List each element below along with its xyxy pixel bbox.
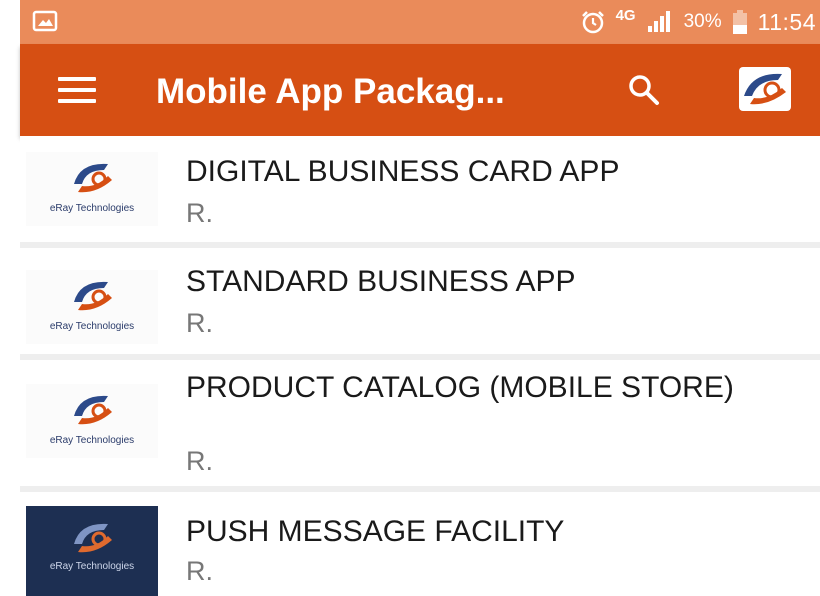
item-brand-text: eRay Technologies — [49, 203, 135, 214]
search-icon[interactable] — [626, 72, 662, 108]
hamburger-menu-icon[interactable] — [58, 77, 96, 105]
item-brand-text: eRay Technologies — [49, 321, 135, 332]
item-subtitle: R. — [186, 556, 213, 586]
item-title: STANDARD BUSINESS APP — [186, 265, 576, 298]
network-type: 4G — [615, 7, 636, 24]
item-thumbnail: eRay Technologies — [26, 384, 158, 458]
list-item[interactable]: eRay Technologies STANDARD BUSINESS APP … — [20, 248, 820, 360]
item-subtitle: R. — [186, 446, 213, 476]
app-bar: Mobile App Packag... — [20, 44, 820, 136]
item-subtitle: R. — [186, 308, 213, 338]
signal-strength-icon — [647, 11, 670, 32]
image-gallery-icon — [32, 10, 58, 32]
alarm-clock-icon — [581, 11, 604, 34]
status-indicators: 4G 30% 11:54 — [580, 0, 816, 44]
item-title: PUSH MESSAGE FACILITY — [186, 515, 565, 548]
eray-logo-icon — [74, 523, 112, 553]
list-item[interactable]: eRay Technologies PUSH MESSAGE FACILITY … — [20, 492, 820, 596]
item-thumbnail: eRay Technologies — [26, 152, 158, 226]
item-thumbnail: eRay Technologies — [26, 270, 158, 344]
eray-logo-icon[interactable] — [738, 66, 792, 112]
eray-logo-icon — [74, 395, 112, 425]
item-brand-text: eRay Technologies — [49, 435, 135, 446]
item-title: DIGITAL BUSINESS CARD APP — [186, 155, 620, 188]
page-title: Mobile App Packag... — [156, 72, 505, 111]
eray-logo-icon — [74, 163, 112, 193]
package-list: eRay Technologies DIGITAL BUSINESS CARD … — [20, 136, 820, 596]
item-subtitle: R. — [186, 198, 213, 228]
clock: 11:54 — [757, 8, 816, 35]
item-thumbnail: eRay Technologies — [26, 506, 158, 596]
item-brand-text: eRay Technologies — [49, 561, 135, 572]
status-bar: 4G 30% 11:54 — [20, 0, 820, 44]
battery-icon — [732, 10, 747, 34]
list-item[interactable]: eRay Technologies PRODUCT CATALOG (MOBIL… — [20, 360, 820, 492]
list-item[interactable]: eRay Technologies DIGITAL BUSINESS CARD … — [20, 136, 820, 248]
eray-logo-icon — [74, 281, 112, 311]
item-title: PRODUCT CATALOG (MOBILE STORE) — [186, 371, 734, 404]
battery-percentage: 30% — [683, 11, 722, 32]
